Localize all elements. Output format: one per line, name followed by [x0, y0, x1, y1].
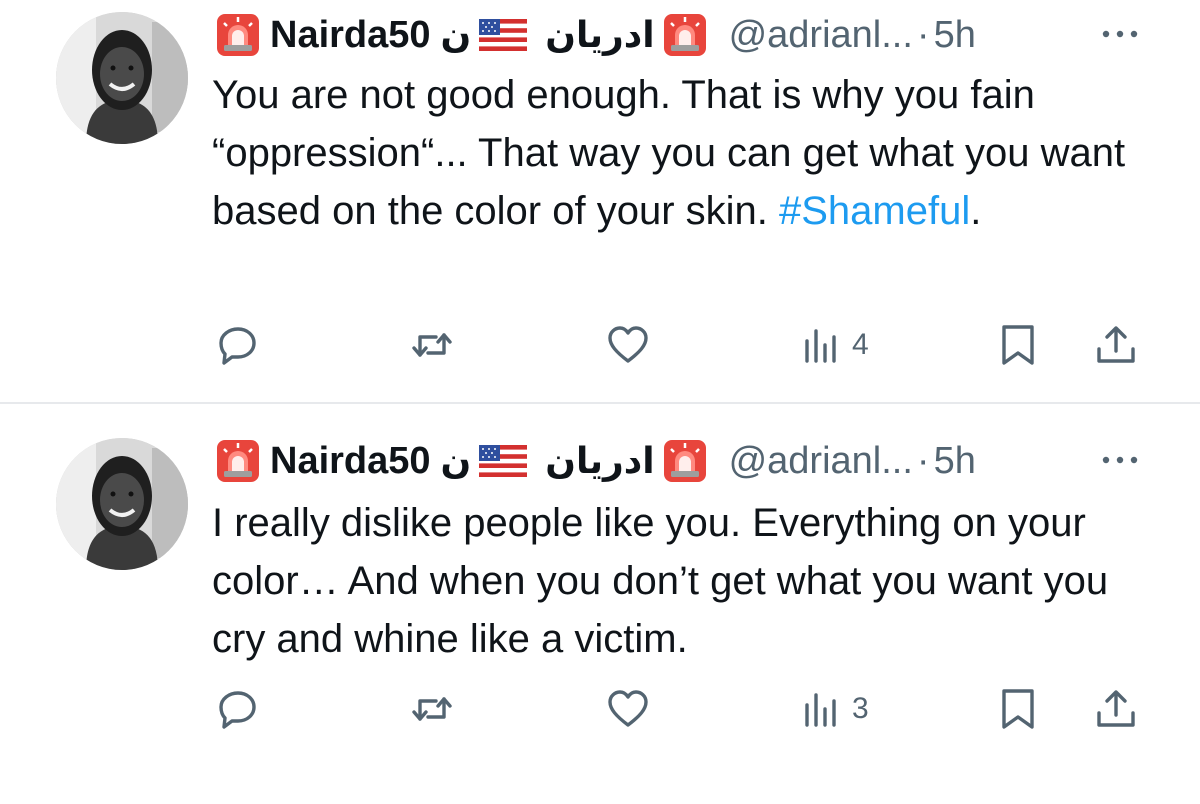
display-name-rtl-letter: ن: [440, 440, 472, 481]
display-name-rtl: ادریان: [545, 14, 655, 55]
tweet-text-content: You are not good enough. That is why you…: [212, 73, 1126, 233]
retweet-button[interactable]: [410, 684, 454, 734]
share-button[interactable]: [1094, 320, 1138, 370]
tweet-text: I really dislike people like you. Everyt…: [212, 494, 1172, 668]
display-name-rtl-letter: ن: [440, 14, 472, 55]
display-name[interactable]: Nairda50: [270, 440, 431, 483]
tweet-text-content: I really dislike people like you. Everyt…: [212, 501, 1109, 661]
retweet-icon: [410, 323, 454, 367]
avatar-photo: [56, 438, 188, 570]
reply-icon: [216, 323, 260, 367]
bookmark-button[interactable]: [996, 320, 1040, 370]
tweet-text-end: .: [970, 189, 982, 233]
tweet-1[interactable]: Nairda50 ن ادریان @adrianl... · 5h You a…: [0, 0, 1200, 404]
user-handle[interactable]: @adrianl...: [729, 14, 913, 57]
tweet-2[interactable]: Nairda50 ن ادریان @adrianl... · 5h I rea…: [0, 404, 1200, 804]
tweet-header: Nairda50 ن ادریان @adrianl... · 5h: [216, 436, 976, 486]
avatar-photo: [56, 12, 188, 144]
us-flag-icon: [479, 445, 527, 477]
display-name[interactable]: Nairda50: [270, 14, 431, 57]
like-button[interactable]: [606, 684, 650, 734]
bookmark-icon: [996, 323, 1040, 367]
views-chart-icon: [800, 687, 844, 731]
views-count: 4: [852, 328, 869, 361]
action-bar: 4: [0, 320, 1200, 370]
separator-dot: ·: [916, 13, 930, 56]
bookmark-button[interactable]: [996, 684, 1040, 734]
display-name-rtl: ادریان: [545, 440, 655, 481]
share-icon: [1094, 323, 1138, 367]
reply-button[interactable]: [216, 320, 260, 370]
siren-emoji-icon: [216, 13, 260, 57]
like-heart-icon: [606, 687, 650, 731]
retweet-icon: [410, 687, 454, 731]
more-options-icon[interactable]: [1098, 24, 1142, 44]
siren-emoji-icon: [216, 439, 260, 483]
retweet-button[interactable]: [410, 320, 454, 370]
reply-icon: [216, 687, 260, 731]
avatar[interactable]: [56, 438, 188, 570]
tweet-text: You are not good enough. That is why you…: [212, 66, 1172, 240]
bookmark-icon: [996, 687, 1040, 731]
views-chart-icon: [800, 323, 844, 367]
avatar[interactable]: [56, 12, 188, 144]
tweet-header: Nairda50 ن ادریان @adrianl... · 5h: [216, 10, 976, 60]
timestamp[interactable]: 5h: [934, 14, 976, 57]
like-button[interactable]: [606, 320, 650, 370]
siren-emoji-icon: [663, 439, 707, 483]
share-icon: [1094, 687, 1138, 731]
views-count: 3: [852, 692, 869, 725]
share-button[interactable]: [1094, 684, 1138, 734]
separator-dot: ·: [916, 439, 930, 482]
siren-emoji-icon: [663, 13, 707, 57]
action-bar: 3: [0, 684, 1200, 734]
like-heart-icon: [606, 323, 650, 367]
hashtag-link[interactable]: #Shameful: [779, 189, 970, 233]
timestamp[interactable]: 5h: [934, 440, 976, 483]
views-button[interactable]: 4: [800, 320, 869, 370]
us-flag-icon: [479, 19, 527, 51]
views-button[interactable]: 3: [800, 684, 869, 734]
reply-button[interactable]: [216, 684, 260, 734]
user-handle[interactable]: @adrianl...: [729, 440, 913, 483]
more-options-icon[interactable]: [1098, 450, 1142, 470]
